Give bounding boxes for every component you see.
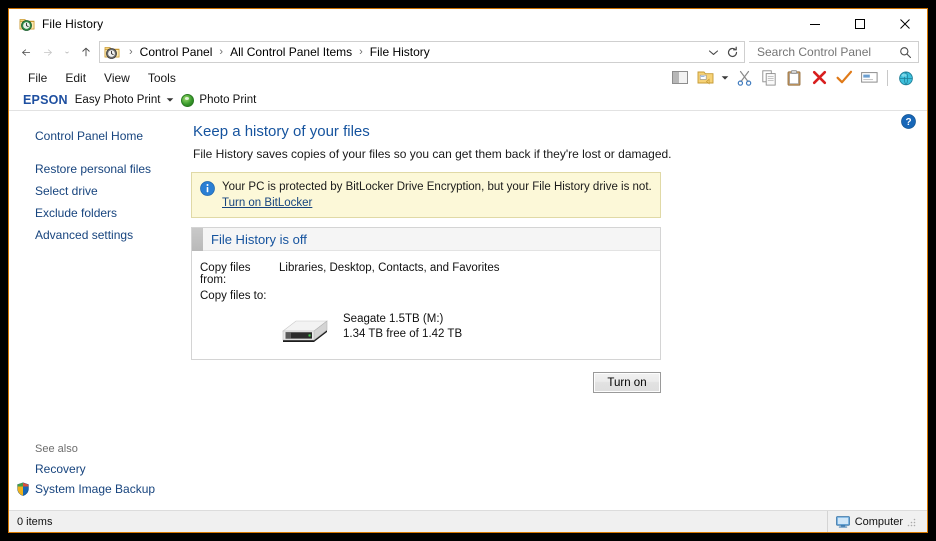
bitlocker-warning-banner: Your PC is protected by BitLocker Drive … <box>191 172 661 218</box>
menu-bar: File Edit View Tools <box>9 65 927 90</box>
back-arrow-icon[interactable] <box>15 41 37 63</box>
status-location: Computer <box>826 510 927 532</box>
status-bar: 0 items Computer <box>9 510 927 532</box>
external-hard-drive-icon <box>279 308 331 346</box>
cut-scissors-icon[interactable] <box>733 68 755 88</box>
computer-monitor-icon <box>835 515 850 528</box>
main-content: ? Keep a history of your files File Hist… <box>191 111 927 510</box>
sidebar-item-recovery-label: Recovery <box>35 462 86 476</box>
preview-pane-icon[interactable] <box>669 68 691 88</box>
address-bar[interactable]: › Control Panel › All Control Panel Item… <box>99 41 745 63</box>
search-icon[interactable] <box>899 46 912 59</box>
file-history-window: File History › Control Panel › All Contr… <box>8 8 928 533</box>
panel-header: File History is off <box>192 227 660 251</box>
forward-arrow-icon[interactable] <box>37 41 59 63</box>
uac-shield-icon <box>16 482 30 496</box>
file-history-folder-clock-icon <box>19 16 35 32</box>
epson-photo-print-button[interactable]: Photo Print <box>199 94 256 106</box>
delete-x-icon[interactable] <box>808 68 830 88</box>
bitlocker-warning-text: Your PC is protected by BitLocker Drive … <box>222 181 652 193</box>
sidebar-item-exclude-folders[interactable]: Exclude folders <box>9 202 191 224</box>
status-item-count: 0 items <box>17 515 53 528</box>
sidebar-item-select-drive[interactable]: Select drive <box>9 180 191 202</box>
globe-icon[interactable] <box>895 68 917 88</box>
address-bar-actions <box>704 42 744 62</box>
menu-item-edit[interactable]: Edit <box>56 69 95 87</box>
window-controls <box>792 9 927 39</box>
sidebar: Control Panel Home Restore personal file… <box>9 111 191 510</box>
up-arrow-icon[interactable] <box>75 41 97 63</box>
refresh-icon[interactable] <box>722 42 742 62</box>
see-also-section: See also Recovery System Image Backup <box>9 441 191 510</box>
turn-on-bitlocker-link[interactable]: Turn on BitLocker <box>222 197 652 209</box>
file-history-status-title: File History is off <box>211 231 307 247</box>
address-file-history-icon <box>104 44 120 60</box>
sidebar-item-restore-personal-files[interactable]: Restore personal files <box>9 158 191 180</box>
minimize-button[interactable] <box>792 9 837 39</box>
address-chevron-down-icon[interactable] <box>704 42 722 62</box>
copy-files-to-label: Copy files to: <box>200 290 267 302</box>
copy-icon[interactable] <box>758 68 780 88</box>
body-area: Control Panel Home Restore personal file… <box>9 111 927 510</box>
sidebar-item-control-panel-home[interactable]: Control Panel Home <box>9 125 191 147</box>
epson-green-circle-icon <box>181 93 195 107</box>
epson-easy-photo-print-menu[interactable]: Easy Photo Print <box>75 94 161 106</box>
menu-item-file[interactable]: File <box>19 69 56 87</box>
page-subtitle: File History saves copies of your files … <box>193 147 672 161</box>
window-title: File History <box>42 17 104 31</box>
maximize-button[interactable] <box>837 9 882 39</box>
svg-text:?: ? <box>905 117 911 128</box>
breadcrumb-item-control-panel[interactable]: Control Panel <box>138 45 215 59</box>
breadcrumb-item-all-control-panel-items[interactable]: All Control Panel Items <box>228 45 354 59</box>
action-button-row: Turn on <box>191 372 661 393</box>
recent-locations-chevron-down-icon[interactable] <box>59 41 75 63</box>
title-bar: File History <box>9 9 927 39</box>
sidebar-item-advanced-settings[interactable]: Advanced settings <box>9 224 191 246</box>
menu-item-tools[interactable]: Tools <box>139 69 185 87</box>
file-history-status-panel: File History is off Copy files from: Lib… <box>191 227 661 360</box>
toolbar-separator <box>887 69 888 86</box>
see-also-label: See also <box>35 443 78 455</box>
panel-body: Copy files from: Libraries, Desktop, Con… <box>192 251 660 359</box>
drive-info: Seagate 1.5TB (M:) 1.34 TB free of 1.42 … <box>343 312 462 342</box>
turn-on-button[interactable]: Turn on <box>593 372 661 393</box>
organize-chevron-down-icon[interactable] <box>719 75 730 81</box>
close-button[interactable] <box>882 9 927 39</box>
breadcrumb: › Control Panel › All Control Panel Item… <box>124 45 704 59</box>
search-box[interactable] <box>749 41 919 63</box>
status-location-label: Computer <box>854 515 903 528</box>
menu-item-view[interactable]: View <box>95 69 139 87</box>
page-title: Keep a history of your files <box>193 123 370 140</box>
organize-folder-icon[interactable] <box>694 68 716 88</box>
paste-icon[interactable] <box>783 68 805 88</box>
confirm-check-icon[interactable] <box>833 68 855 88</box>
search-input[interactable] <box>755 44 895 60</box>
copy-files-from-label: Copy files from: <box>200 262 251 286</box>
info-icon <box>200 181 215 196</box>
screen: File History › Control Panel › All Contr… <box>0 0 936 541</box>
navigation-bar: › Control Panel › All Control Panel Item… <box>9 39 927 65</box>
breadcrumb-separator-1: › <box>219 46 224 58</box>
rename-icon[interactable] <box>858 68 880 88</box>
copy-files-to-row: Copy files to: <box>192 290 660 302</box>
drive-name: Seagate 1.5TB (M:) <box>343 313 444 325</box>
copy-files-from-value: Libraries, Desktop, Contacts, and Favori… <box>279 262 500 274</box>
breadcrumb-item-file-history[interactable]: File History <box>368 45 432 59</box>
sidebar-item-recovery[interactable]: Recovery <box>9 459 191 479</box>
breadcrumb-separator-2: › <box>359 46 363 58</box>
panel-status-indicator <box>192 227 203 251</box>
sidebar-item-system-image-backup-label: System Image Backup <box>35 482 156 496</box>
help-question-icon[interactable]: ? <box>901 114 916 129</box>
breadcrumb-separator-0: › <box>129 46 133 58</box>
epson-logo: EPSON <box>23 93 68 107</box>
sidebar-item-system-image-backup[interactable]: System Image Backup <box>9 479 191 499</box>
copy-files-from-row: Copy files from: Libraries, Desktop, Con… <box>192 262 660 286</box>
drive-free-space: 1.34 TB free of 1.42 TB <box>343 328 463 340</box>
epson-toolbar: EPSON Easy Photo Print Photo Print <box>9 90 927 111</box>
epson-chevron-down-icon[interactable] <box>166 96 174 105</box>
resize-grip[interactable] <box>905 516 917 528</box>
toolbar <box>669 68 921 88</box>
target-drive-row: Seagate 1.5TB (M:) 1.34 TB free of 1.42 … <box>192 308 660 346</box>
